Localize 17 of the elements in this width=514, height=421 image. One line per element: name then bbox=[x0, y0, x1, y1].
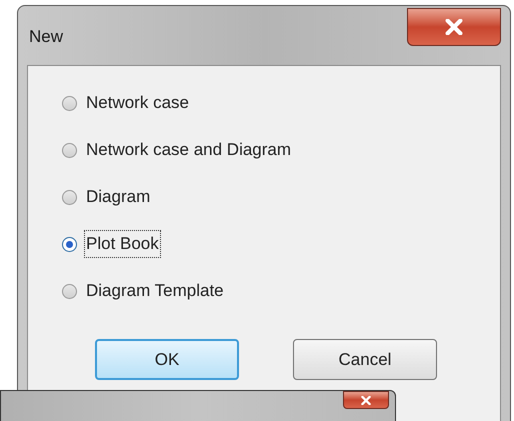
close-button[interactable] bbox=[343, 391, 389, 409]
radio-button[interactable] bbox=[62, 284, 77, 298]
close-icon bbox=[444, 19, 464, 35]
radio-button[interactable] bbox=[62, 96, 77, 110]
radio-button[interactable] bbox=[62, 236, 77, 252]
dialog-button[interactable]: Cancel bbox=[293, 339, 437, 380]
radio-button[interactable] bbox=[62, 142, 77, 158]
option-label: Diagram Template bbox=[85, 280, 225, 302]
option-label: Plot Book bbox=[85, 231, 160, 257]
option-label: Network case bbox=[85, 92, 190, 114]
option-label: Network case and Diagram bbox=[85, 139, 292, 162]
window-title: New bbox=[29, 26, 64, 48]
close-button[interactable] bbox=[407, 8, 501, 46]
option-label: Diagram bbox=[85, 186, 152, 208]
close-icon bbox=[360, 396, 372, 404]
dialog-button[interactable]: OK bbox=[95, 339, 239, 380]
radio-button[interactable] bbox=[62, 190, 77, 204]
